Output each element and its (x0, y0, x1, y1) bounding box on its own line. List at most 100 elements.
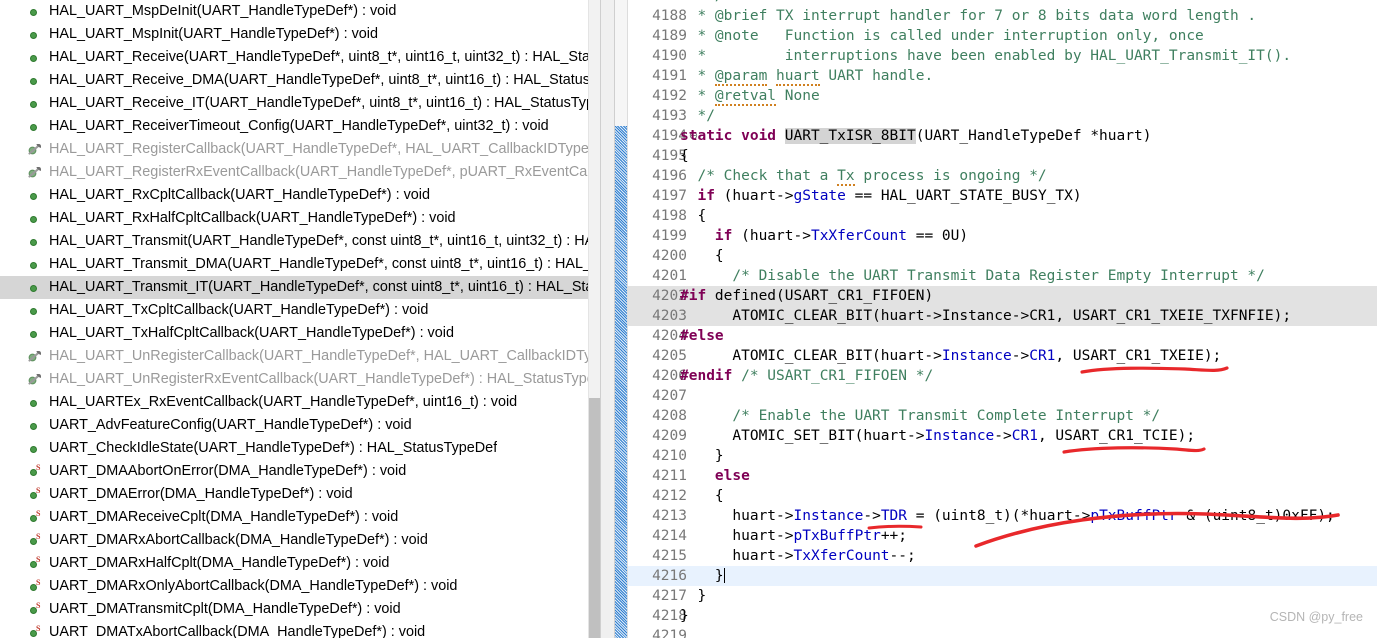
code-line[interactable]: else (680, 466, 750, 486)
code-line[interactable]: /* Enable the UART Transmit Complete Int… (680, 406, 1160, 426)
code-token: @retval (714, 88, 777, 106)
outline-item[interactable]: S UART_DMARxHalfCplt(DMA_HandleTypeDef*) … (0, 552, 588, 575)
outline-item[interactable]: HAL_UART_TxHalfCpltCallback(UART_HandleT… (0, 322, 588, 345)
outline-item[interactable]: HAL_UARTEx_RxEventCallback(UART_HandleTy… (0, 391, 588, 414)
outline-item[interactable]: HAL_UART_RegisterRxEventCallback(UART_Ha… (0, 161, 588, 184)
method-green-bullet-icon (28, 50, 43, 65)
outline-item[interactable]: UART_AdvFeatureConfig(UART_HandleTypeDef… (0, 414, 588, 437)
code-line[interactable]: */ (680, 106, 714, 126)
code-line[interactable]: ATOMIC_CLEAR_BIT(huart->Instance->CR1, U… (680, 306, 1291, 326)
code-token: == HAL_UART_STATE_BUSY_TX) (845, 188, 1082, 204)
code-token: Instance (941, 348, 1012, 364)
outline-item-label: HAL_UART_Receive_DMA(UART_HandleTypeDef*… (49, 72, 588, 88)
panel-splitter[interactable] (600, 0, 615, 638)
outline-item[interactable]: S UART_DMARxOnlyAbortCallback(DMA_HandleT… (0, 575, 588, 598)
outline-item[interactable]: S UART_DMAReceiveCplt(DMA_HandleTypeDef*)… (0, 506, 588, 529)
outline-item[interactable]: HAL_UART_Transmit_IT(UART_HandleTypeDef*… (0, 276, 588, 299)
outline-item[interactable]: HAL_UART_UnRegisterCallback(UART_HandleT… (0, 345, 588, 368)
code-line[interactable]: huart->Instance->TDR = (uint8_t)(*huart-… (680, 506, 1334, 526)
line-number-gutter[interactable]: 4187⊖4188418941904191419241934194⊖419541… (628, 0, 698, 638)
outline-item[interactable]: HAL_UART_RxHalfCpltCallback(UART_HandleT… (0, 207, 588, 230)
code-line[interactable]: if (huart->gState == HAL_UART_STATE_BUSY… (680, 186, 1082, 206)
outline-item[interactable]: HAL_UART_Transmit_DMA(UART_HandleTypeDef… (0, 253, 588, 276)
outline-item[interactable]: HAL_UART_TxCpltCallback(UART_HandleTypeD… (0, 299, 588, 322)
outline-item[interactable]: HAL_UART_MspDeInit(UART_HandleTypeDef*) … (0, 0, 588, 23)
method-green-bullet-icon (28, 188, 43, 203)
code-token: /* Check that a (680, 168, 838, 184)
outline-item[interactable]: S UART_DMATransmitCplt(DMA_HandleTypeDef*… (0, 598, 588, 621)
code-token: } (680, 568, 724, 584)
outline-item[interactable]: HAL_UART_RegisterCallback(UART_HandleTyp… (0, 138, 588, 161)
method-green-bullet-icon (28, 418, 43, 433)
code-line[interactable]: /* Check that a Tx process is ongoing */ (680, 166, 1047, 186)
code-token: /* Enable the UART Transmit Complete Int… (680, 408, 1161, 424)
code-editor[interactable]: 4187⊖4188418941904191419241934194⊖419541… (615, 0, 1377, 638)
outline-item[interactable]: S UART_DMATxAbortCallback(DMA_HandleTypeD… (0, 621, 588, 638)
outline-scrollbar[interactable] (588, 0, 600, 638)
outline-item[interactable]: S UART_DMAError(DMA_HandleTypeDef*) : voi… (0, 483, 588, 506)
code-token: CR1 (1029, 348, 1056, 364)
code-line[interactable]: { (680, 246, 724, 266)
method-disabled-pencil-icon (28, 165, 43, 180)
code-line[interactable]: } (680, 586, 706, 606)
code-line[interactable]: } (680, 606, 689, 626)
outline-item-label: HAL_UART_TxHalfCpltCallback(UART_HandleT… (49, 325, 454, 341)
code-line[interactable]: * @param huart UART handle. (680, 66, 933, 86)
code-text-area[interactable]: */ * @brief TX interrupt handler for 7 o… (680, 0, 1377, 638)
code-line[interactable]: #endif /* USART_CR1_FIFOEN */ (680, 366, 933, 386)
outline-item[interactable]: S UART_DMARxAbortCallback(DMA_HandleTypeD… (0, 529, 588, 552)
outline-item-label: HAL_UART_UnRegisterCallback(UART_HandleT… (49, 348, 588, 364)
outline-item[interactable]: HAL_UART_RxCpltCallback(UART_HandleTypeD… (0, 184, 588, 207)
outline-item-label: HAL_UART_Receive_IT(UART_HandleTypeDef*,… (49, 95, 588, 111)
code-line[interactable]: ATOMIC_CLEAR_BIT(huart->Instance->CR1, U… (680, 346, 1221, 366)
outline-item-label: UART_DMARxOnlyAbortCallback(DMA_HandleTy… (49, 578, 458, 594)
code-line[interactable]: { (680, 206, 706, 226)
outline-item[interactable]: HAL_UART_Receive(UART_HandleTypeDef*, ui… (0, 46, 588, 69)
code-token: * @brief TX interrupt handler for 7 or 8… (680, 8, 1257, 24)
code-line[interactable]: { (680, 486, 724, 506)
method-green-bullet-icon (28, 234, 43, 249)
outline-item[interactable]: HAL_UART_UnRegisterRxEventCallback(UART_… (0, 368, 588, 391)
code-line[interactable]: * interruptions have been enabled by HAL… (680, 46, 1291, 66)
outline-item-label: HAL_UART_Transmit_IT(UART_HandleTypeDef*… (49, 279, 588, 295)
code-line[interactable]: huart->pTxBuffPtr++; (680, 526, 907, 546)
code-token: else (714, 468, 750, 484)
code-token: pTxBuffPtr (793, 528, 881, 544)
code-line[interactable]: * @note Function is called under interru… (680, 26, 1203, 46)
code-line[interactable]: } (680, 446, 724, 466)
ide-window: HAL_UART_MspDeInit(UART_HandleTypeDef*) … (0, 0, 1377, 638)
code-line[interactable]: /* Disable the UART Transmit Data Regist… (680, 266, 1265, 286)
outline-item[interactable]: HAL_UART_ReceiverTimeout_Config(UART_Han… (0, 115, 588, 138)
outline-item[interactable]: UART_CheckIdleState(UART_HandleTypeDef*)… (0, 437, 588, 460)
outline-item[interactable]: HAL_UART_MspInit(UART_HandleTypeDef*) : … (0, 23, 588, 46)
code-line[interactable]: huart->TxXferCount--; (680, 546, 915, 566)
code-token: UART_TxISR_8BIT (784, 128, 916, 144)
outline-list[interactable]: HAL_UART_MspDeInit(UART_HandleTypeDef*) … (0, 0, 588, 638)
outline-scrollbar-thumb[interactable] (589, 398, 600, 638)
code-token: pTxBuffPtr (1090, 508, 1178, 524)
code-line[interactable]: #if defined(USART_CR1_FIFOEN) (680, 286, 933, 306)
code-token: huart-> (680, 508, 794, 524)
code-line[interactable]: * @brief TX interrupt handler for 7 or 8… (680, 6, 1256, 26)
code-token: { (680, 248, 724, 264)
code-token: , USART_CR1_TCIE); (1037, 428, 1196, 444)
code-line[interactable]: if (huart->TxXferCount == 0U) (680, 226, 968, 246)
code-line[interactable]: #else (680, 326, 724, 346)
code-line[interactable]: ATOMIC_SET_BIT(huart->Instance->CR1, USA… (680, 426, 1195, 446)
method-green-bullet-icon (28, 211, 43, 226)
outline-item[interactable]: HAL_UART_Transmit(UART_HandleTypeDef*, c… (0, 230, 588, 253)
code-line[interactable]: } (680, 566, 725, 586)
code-token: } (680, 588, 707, 604)
outline-item[interactable]: HAL_UART_Receive_DMA(UART_HandleTypeDef*… (0, 69, 588, 92)
code-line[interactable]: * @retval None (680, 86, 820, 106)
code-token: TDR (880, 508, 908, 524)
outline-item[interactable]: HAL_UART_Receive_IT(UART_HandleTypeDef*,… (0, 92, 588, 115)
method-static-green-bullet-icon: S (28, 464, 43, 479)
outline-item[interactable]: S UART_DMAAbortOnError(DMA_HandleTypeDef*… (0, 460, 588, 483)
outline-item-label: HAL_UART_MspInit(UART_HandleTypeDef*) : … (49, 26, 378, 42)
code-line[interactable]: { (680, 146, 689, 166)
code-line[interactable]: static void UART_TxISR_8BIT(UART_HandleT… (680, 126, 1151, 146)
method-green-bullet-icon (28, 257, 43, 272)
